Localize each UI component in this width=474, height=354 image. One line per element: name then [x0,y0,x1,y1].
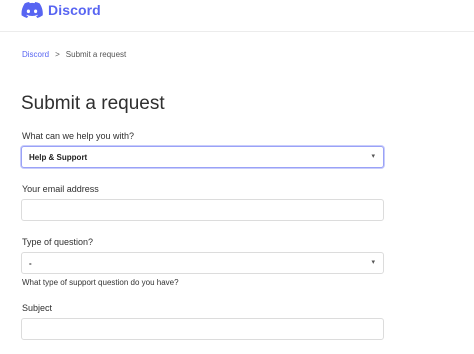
page-title: Submit a request [21,93,165,114]
email-label: Your email address [22,184,99,194]
question-type-label: Type of question? [22,237,94,247]
question-type-selected-value: - [29,259,32,268]
email-field[interactable] [21,199,384,221]
subject-label: Subject [22,303,53,313]
caret-down-icon: ▾ [371,153,375,160]
discord-logo-icon [21,2,43,18]
subject-field[interactable] [21,318,384,340]
help-with-selected-value: Help & Support [29,153,88,162]
caret-down-icon: ▾ [371,259,375,266]
help-with-select[interactable]: Help & Support ▾ [21,146,384,168]
breadcrumb-home-link[interactable]: Discord [22,50,49,59]
question-type-hint: What type of support question do you hav… [22,278,179,287]
site-header: Discord [0,0,474,32]
breadcrumb: Discord > Submit a request [22,50,126,59]
brand-name: Discord [48,2,101,18]
breadcrumb-current: Submit a request [65,50,127,59]
discord-logo-link[interactable]: Discord [21,2,101,18]
help-with-label: What can we help you with? [22,131,135,141]
breadcrumb-separator: > [55,50,60,59]
page: Discord Discord > Submit a request Submi… [0,0,474,354]
question-type-select[interactable]: - ▾ [21,252,384,274]
